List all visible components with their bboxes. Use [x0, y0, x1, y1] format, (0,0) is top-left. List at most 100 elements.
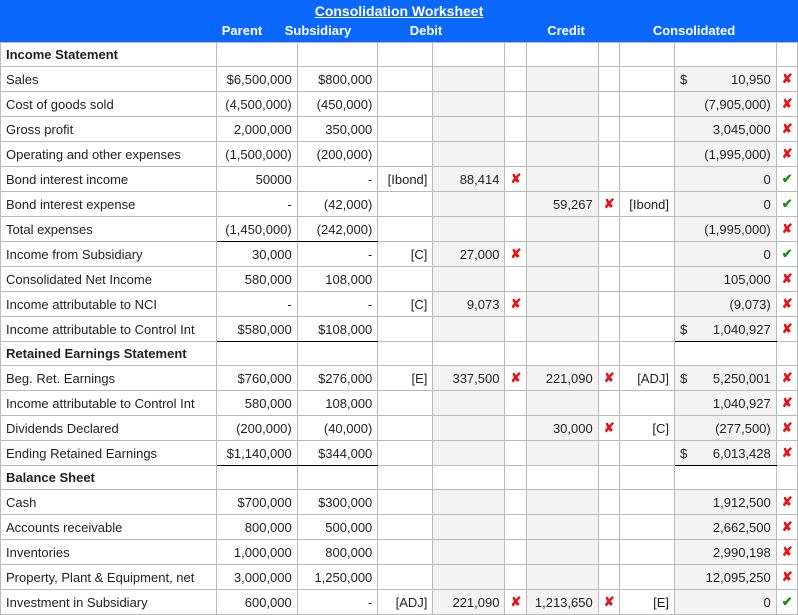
parent-cell[interactable]: $6,500,000: [217, 67, 298, 92]
credit-value-cell[interactable]: [526, 117, 598, 142]
debit-value-cell[interactable]: [433, 490, 505, 515]
credit-ref-cell[interactable]: [619, 490, 674, 515]
credit-ref-cell[interactable]: [619, 67, 674, 92]
consolidated-cell[interactable]: 5,250,001: [691, 366, 776, 391]
subsidiary-cell[interactable]: -: [297, 590, 378, 615]
consolidated-cell[interactable]: 105,000: [691, 267, 776, 292]
consolidated-cell[interactable]: 0: [691, 192, 776, 217]
consolidated-cell[interactable]: 10,950: [691, 67, 776, 92]
debit-ref-cell[interactable]: [378, 192, 433, 217]
credit-value-cell[interactable]: 1,213,650: [526, 590, 598, 615]
debit-ref-cell[interactable]: [378, 391, 433, 416]
credit-value-cell[interactable]: 30,000: [526, 416, 598, 441]
debit-ref-cell[interactable]: [378, 217, 433, 242]
consolidated-cell[interactable]: 1,040,927: [691, 391, 776, 416]
parent-cell[interactable]: (1,500,000): [217, 142, 298, 167]
subsidiary-cell[interactable]: $108,000: [297, 317, 378, 342]
debit-ref-cell[interactable]: [378, 416, 433, 441]
subsidiary-cell[interactable]: (40,000): [297, 416, 378, 441]
subsidiary-cell[interactable]: -: [297, 167, 378, 192]
worksheet-title-link[interactable]: Consolidation Worksheet: [315, 3, 484, 19]
debit-value-cell[interactable]: [433, 565, 505, 590]
debit-value-cell[interactable]: 27,000: [433, 242, 505, 267]
parent-cell[interactable]: 580,000: [217, 267, 298, 292]
credit-ref-cell[interactable]: [619, 217, 674, 242]
credit-value-cell[interactable]: [526, 441, 598, 466]
debit-ref-cell[interactable]: [378, 565, 433, 590]
parent-cell[interactable]: 2,000,000: [217, 117, 298, 142]
parent-cell[interactable]: $1,140,000: [217, 441, 298, 466]
credit-value-cell[interactable]: [526, 167, 598, 192]
debit-ref-cell[interactable]: [C]: [378, 242, 433, 267]
debit-ref-cell[interactable]: [378, 317, 433, 342]
subsidiary-cell[interactable]: (200,000): [297, 142, 378, 167]
credit-ref-cell[interactable]: [619, 391, 674, 416]
credit-value-cell[interactable]: [526, 267, 598, 292]
debit-ref-cell[interactable]: [378, 67, 433, 92]
consolidated-cell[interactable]: 12,095,250: [691, 565, 776, 590]
debit-value-cell[interactable]: [433, 267, 505, 292]
debit-ref-cell[interactable]: [378, 117, 433, 142]
credit-ref-cell[interactable]: [619, 565, 674, 590]
subsidiary-cell[interactable]: $276,000: [297, 366, 378, 391]
credit-ref-cell[interactable]: [619, 441, 674, 466]
parent-cell[interactable]: $760,000: [217, 366, 298, 391]
consolidated-cell[interactable]: 6,013,428: [691, 441, 776, 466]
subsidiary-cell[interactable]: $344,000: [297, 441, 378, 466]
parent-cell[interactable]: 3,000,000: [217, 565, 298, 590]
subsidiary-cell[interactable]: $300,000: [297, 490, 378, 515]
credit-ref-cell[interactable]: [E]: [619, 590, 674, 615]
debit-ref-cell[interactable]: [ADJ]: [378, 590, 433, 615]
subsidiary-cell[interactable]: -: [297, 242, 378, 267]
consolidated-cell[interactable]: 2,990,198: [691, 540, 776, 565]
credit-value-cell[interactable]: [526, 565, 598, 590]
debit-ref-cell[interactable]: [C]: [378, 292, 433, 317]
parent-cell[interactable]: $700,000: [217, 490, 298, 515]
debit-ref-cell[interactable]: [378, 540, 433, 565]
credit-ref-cell[interactable]: [619, 167, 674, 192]
subsidiary-cell[interactable]: 800,000: [297, 540, 378, 565]
parent-cell[interactable]: -: [217, 292, 298, 317]
debit-value-cell[interactable]: [433, 515, 505, 540]
consolidated-cell[interactable]: (1,995,000): [691, 142, 776, 167]
debit-ref-cell[interactable]: [E]: [378, 366, 433, 391]
credit-ref-cell[interactable]: [619, 515, 674, 540]
credit-ref-cell[interactable]: [ADJ]: [619, 366, 674, 391]
credit-value-cell[interactable]: [526, 292, 598, 317]
credit-ref-cell[interactable]: [619, 142, 674, 167]
debit-value-cell[interactable]: [433, 67, 505, 92]
consolidated-cell[interactable]: (277,500): [691, 416, 776, 441]
debit-ref-cell[interactable]: [378, 267, 433, 292]
credit-value-cell[interactable]: [526, 490, 598, 515]
consolidated-cell[interactable]: 3,045,000: [691, 117, 776, 142]
debit-ref-cell[interactable]: [378, 515, 433, 540]
parent-cell[interactable]: 30,000: [217, 242, 298, 267]
subsidiary-cell[interactable]: 350,000: [297, 117, 378, 142]
credit-ref-cell[interactable]: [619, 242, 674, 267]
subsidiary-cell[interactable]: -: [297, 292, 378, 317]
credit-ref-cell[interactable]: [Ibond]: [619, 192, 674, 217]
credit-ref-cell[interactable]: [619, 292, 674, 317]
subsidiary-cell[interactable]: (450,000): [297, 92, 378, 117]
debit-value-cell[interactable]: [433, 540, 505, 565]
debit-value-cell[interactable]: [433, 142, 505, 167]
consolidated-cell[interactable]: 2,662,500: [691, 515, 776, 540]
credit-value-cell[interactable]: [526, 242, 598, 267]
debit-value-cell[interactable]: [433, 192, 505, 217]
parent-cell[interactable]: $580,000: [217, 317, 298, 342]
debit-value-cell[interactable]: 9,073: [433, 292, 505, 317]
debit-ref-cell[interactable]: [378, 490, 433, 515]
credit-ref-cell[interactable]: [619, 267, 674, 292]
debit-ref-cell[interactable]: [378, 92, 433, 117]
credit-ref-cell[interactable]: [619, 540, 674, 565]
debit-value-cell[interactable]: [433, 391, 505, 416]
credit-ref-cell[interactable]: [619, 92, 674, 117]
consolidated-cell[interactable]: 0: [691, 590, 776, 615]
subsidiary-cell[interactable]: (242,000): [297, 217, 378, 242]
parent-cell[interactable]: 800,000: [217, 515, 298, 540]
consolidated-cell[interactable]: 1,040,927: [691, 317, 776, 342]
debit-ref-cell[interactable]: [378, 441, 433, 466]
parent-cell[interactable]: 1,000,000: [217, 540, 298, 565]
parent-cell[interactable]: (200,000): [217, 416, 298, 441]
consolidated-cell[interactable]: (9,073): [691, 292, 776, 317]
